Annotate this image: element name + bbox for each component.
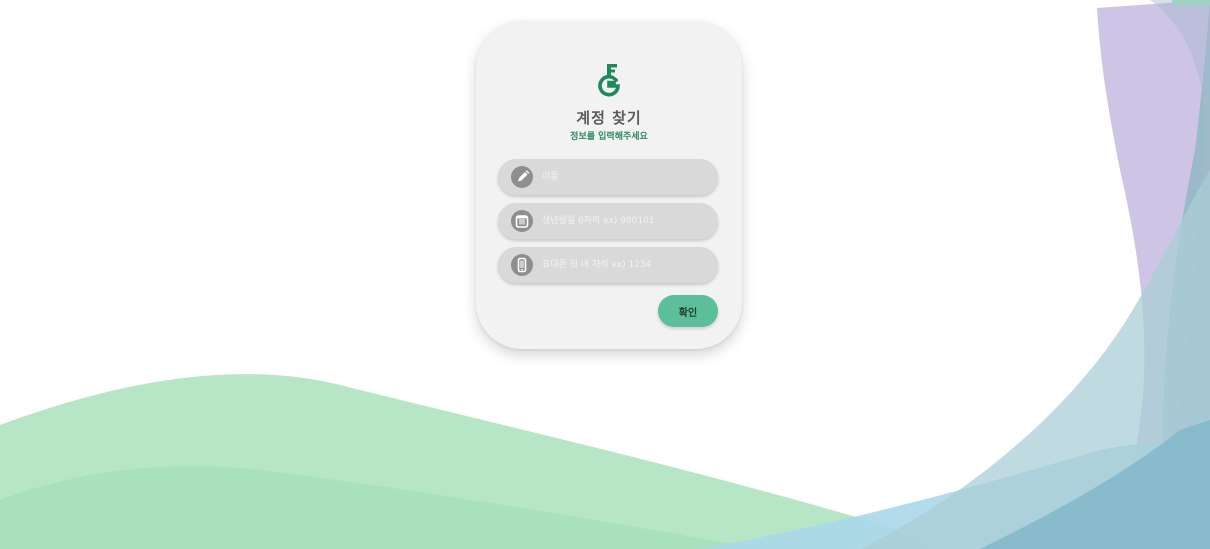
phone-icon (511, 254, 533, 276)
name-field[interactable] (498, 159, 718, 195)
birthdate-field[interactable] (498, 203, 718, 239)
corner-tab (1172, 0, 1210, 6)
page-subtitle: 정보를 입력해주세요 (570, 132, 648, 142)
pencil-icon (511, 166, 533, 188)
name-input[interactable] (542, 159, 708, 195)
birthdate-input[interactable] (542, 203, 708, 239)
page-title: 계정 찾기 (576, 109, 642, 127)
page: 계정 찾기 정보를 입력해주세요 이름 생년월일 6자리 ex) 990101 … (0, 0, 1210, 549)
key-logo-icon (598, 64, 620, 97)
calendar-icon (511, 210, 533, 232)
find-account-card: 계정 찾기 정보를 입력해주세요 이름 생년월일 6자리 ex) 990101 … (476, 21, 742, 349)
phone-field[interactable] (498, 247, 718, 283)
confirm-button[interactable]: 확인 (658, 295, 718, 327)
phone-input[interactable] (542, 247, 708, 283)
